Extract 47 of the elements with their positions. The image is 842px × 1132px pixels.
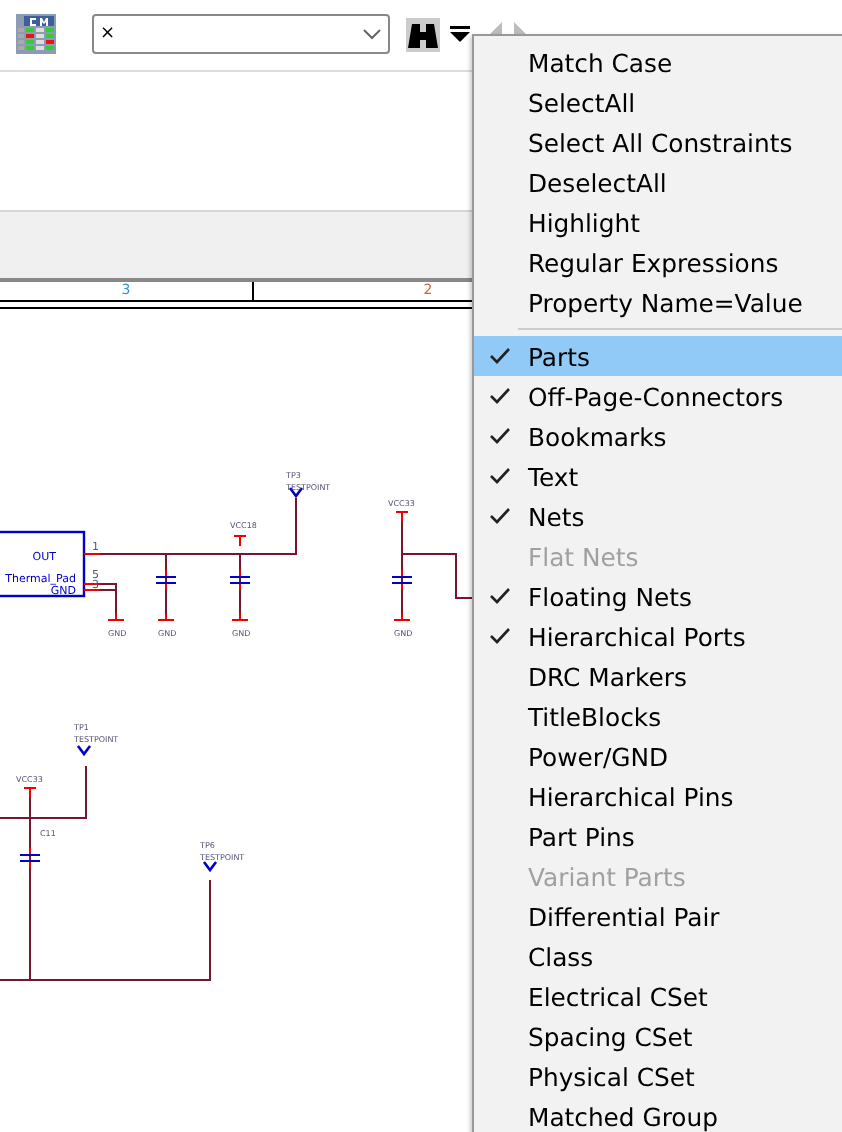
ground-symbol bbox=[107, 613, 125, 622]
capacitor-symbol bbox=[155, 569, 177, 592]
menu-item[interactable]: Bookmarks bbox=[474, 416, 842, 456]
menu-item[interactable]: Match Case bbox=[474, 42, 842, 82]
menu-item[interactable]: Matched Group bbox=[474, 1096, 842, 1132]
chevron-down-icon bbox=[362, 28, 382, 41]
power-symbol bbox=[233, 535, 247, 548]
menu-item[interactable]: Off-Page-Connectors bbox=[474, 376, 842, 416]
menu-item[interactable]: Select All Constraints bbox=[474, 122, 842, 162]
menu-item[interactable]: Spacing CSet bbox=[474, 1016, 842, 1056]
ground-symbol bbox=[393, 613, 411, 622]
menu-item[interactable]: Parts bbox=[474, 336, 842, 376]
search-value: × bbox=[100, 25, 116, 44]
menu-item[interactable]: Nets bbox=[474, 496, 842, 536]
menu-item[interactable]: Physical CSet bbox=[474, 1056, 842, 1096]
menu-item[interactable]: Class bbox=[474, 936, 842, 976]
testpoint-symbol bbox=[202, 861, 218, 873]
ic-symbol bbox=[0, 530, 86, 598]
menu-item[interactable]: DeselectAll bbox=[474, 162, 842, 202]
capacitor-symbol bbox=[19, 847, 41, 870]
menu-item[interactable]: Regular Expressions bbox=[474, 242, 842, 282]
capacitor-symbol bbox=[391, 569, 413, 592]
power-symbol bbox=[395, 511, 409, 524]
menu-item[interactable]: Part Pins bbox=[474, 816, 842, 856]
menu-item[interactable]: Hierarchical Pins bbox=[474, 776, 842, 816]
menu-item[interactable]: Floating Nets bbox=[474, 576, 842, 616]
dropdown-arrow-icon[interactable] bbox=[450, 26, 470, 43]
binoculars-icon[interactable] bbox=[406, 17, 440, 52]
menu-item[interactable]: Power/GND bbox=[474, 736, 842, 776]
menu-item[interactable]: SelectAll bbox=[474, 82, 842, 122]
menu-item[interactable]: Differential Pair bbox=[474, 896, 842, 936]
menu-item[interactable]: Electrical CSet bbox=[474, 976, 842, 1016]
testpoint-symbol bbox=[288, 487, 304, 499]
ground-symbol bbox=[231, 613, 249, 622]
menu-item[interactable]: Property Name=Value bbox=[474, 282, 842, 322]
ground-symbol bbox=[157, 613, 175, 622]
testpoint-symbol bbox=[76, 745, 92, 757]
constraint-manager-icon[interactable] bbox=[14, 12, 58, 57]
menu-item[interactable]: DRC Markers bbox=[474, 656, 842, 696]
pin-leads bbox=[83, 553, 101, 592]
power-symbol bbox=[23, 787, 37, 800]
menu-item[interactable]: Text bbox=[474, 456, 842, 496]
menu-item[interactable]: Highlight bbox=[474, 202, 842, 242]
menu-item[interactable]: Hierarchical Ports bbox=[474, 616, 842, 656]
menu-item[interactable]: TitleBlocks bbox=[474, 696, 842, 736]
search-combo-box[interactable]: × bbox=[92, 14, 390, 55]
capacitor-symbol bbox=[229, 569, 251, 592]
